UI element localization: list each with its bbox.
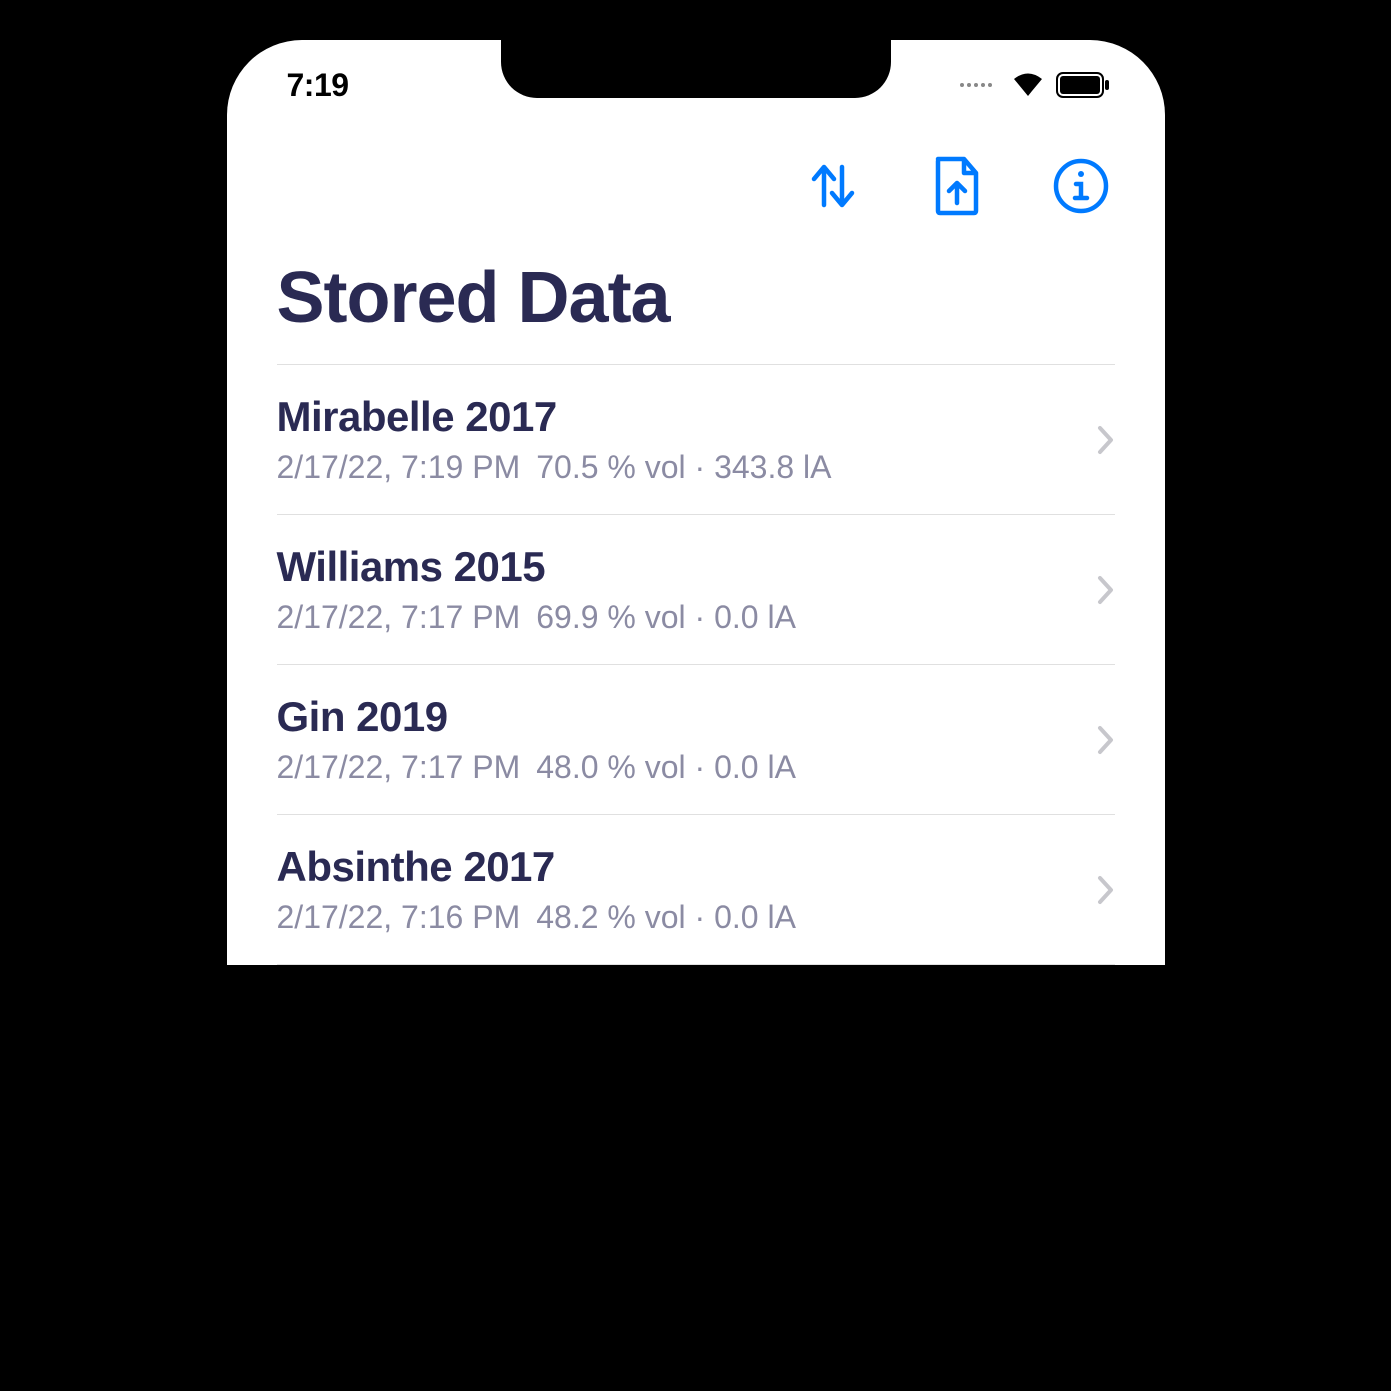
list-item-timestamp: 2/17/22, 7:17 PM — [277, 599, 521, 635]
file-upload-icon — [932, 155, 982, 217]
page-title: Stored Data — [227, 237, 1165, 364]
list-item-metrics: 48.0 % vol · 0.0 lA — [536, 749, 796, 785]
list-item[interactable]: Absinthe 2017 2/17/22, 7:16 PM 48.2 % vol… — [277, 815, 1115, 965]
list-item[interactable]: Mirabelle 2017 2/17/22, 7:19 PM 70.5 % vo… — [277, 365, 1115, 515]
info-circle-icon — [1052, 157, 1110, 215]
list-item-title: Gin 2019 — [277, 693, 796, 741]
list-item[interactable]: Williams 2015 2/17/22, 7:17 PM 69.9 % vol… — [277, 515, 1115, 665]
list-item-timestamp: 2/17/22, 7:19 PM — [277, 449, 521, 485]
list-item-metrics: 70.5 % vol · 343.8 lA — [536, 449, 831, 485]
sort-button[interactable] — [804, 157, 862, 215]
list-item-subtitle: 2/17/22, 7:17 PM 69.9 % vol · 0.0 lA — [277, 599, 796, 636]
chevron-right-icon — [1097, 875, 1115, 905]
sort-arrows-icon — [804, 157, 862, 215]
chevron-right-icon — [1097, 575, 1115, 605]
info-button[interactable] — [1052, 157, 1110, 215]
battery-icon — [1056, 72, 1110, 98]
list-item-content: Gin 2019 2/17/22, 7:17 PM 48.0 % vol · 0.… — [277, 693, 796, 786]
phone-frame: 7:19 — [227, 40, 1165, 965]
list-item-content: Mirabelle 2017 2/17/22, 7:19 PM 70.5 % vo… — [277, 393, 832, 486]
list-item-title: Absinthe 2017 — [277, 843, 796, 891]
status-indicators — [960, 72, 1110, 98]
chevron-right-icon — [1097, 725, 1115, 755]
list-item-content: Absinthe 2017 2/17/22, 7:16 PM 48.2 % vol… — [277, 843, 796, 936]
list-item[interactable]: Gin 2019 2/17/22, 7:17 PM 48.0 % vol · 0.… — [277, 665, 1115, 815]
list-item-metrics: 48.2 % vol · 0.0 lA — [536, 899, 796, 935]
list-item-title: Williams 2015 — [277, 543, 796, 591]
wifi-icon — [1010, 72, 1046, 98]
list-item-subtitle: 2/17/22, 7:19 PM 70.5 % vol · 343.8 lA — [277, 449, 832, 486]
toolbar — [227, 120, 1165, 237]
cellular-dots-icon — [960, 83, 992, 87]
list-item-subtitle: 2/17/22, 7:17 PM 48.0 % vol · 0.0 lA — [277, 749, 796, 786]
list-item-content: Williams 2015 2/17/22, 7:17 PM 69.9 % vol… — [277, 543, 796, 636]
list-item-title: Mirabelle 2017 — [277, 393, 832, 441]
list-item-subtitle: 2/17/22, 7:16 PM 48.2 % vol · 0.0 lA — [277, 899, 796, 936]
phone-notch — [501, 40, 891, 98]
list-item-timestamp: 2/17/22, 7:16 PM — [277, 899, 521, 935]
data-list: Mirabelle 2017 2/17/22, 7:19 PM 70.5 % vo… — [277, 364, 1115, 965]
list-item-timestamp: 2/17/22, 7:17 PM — [277, 749, 521, 785]
status-time: 7:19 — [287, 67, 349, 104]
export-button[interactable] — [932, 155, 982, 217]
list-item-metrics: 69.9 % vol · 0.0 lA — [536, 599, 796, 635]
chevron-right-icon — [1097, 425, 1115, 455]
